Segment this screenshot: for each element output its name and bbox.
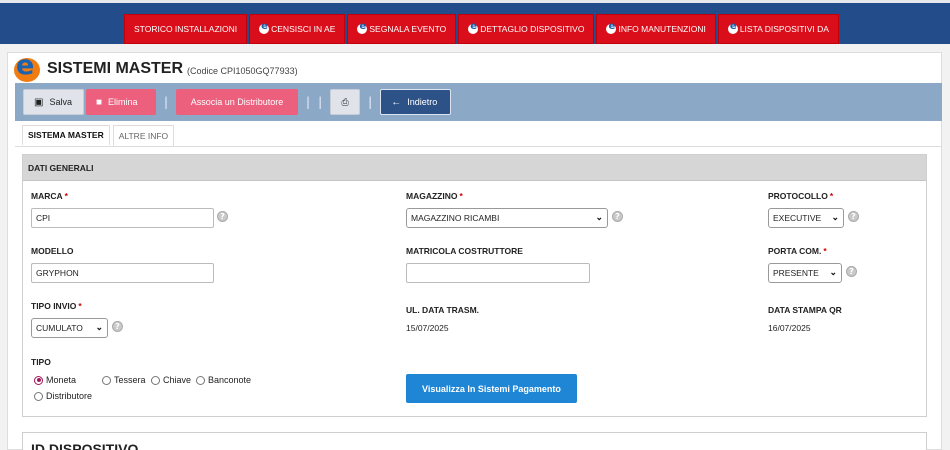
- page-header: e SISTEMI MASTER (Codice CPI1050GQ77933): [11, 50, 298, 82]
- agenzia-entrate-icon: [727, 21, 739, 35]
- panel-header: ID DISPOSITIVO: [31, 441, 139, 450]
- matricola-input[interactable]: [406, 263, 590, 283]
- panel-header: DATI GENERALI: [23, 155, 926, 181]
- floppy-disk-icon: ▣: [34, 96, 44, 108]
- scrollbar[interactable]: [942, 44, 950, 450]
- print-button[interactable]: ⎙: [330, 89, 361, 115]
- modello-input[interactable]: GRYPHON: [31, 263, 214, 283]
- magazzino-select[interactable]: MAGAZZINO RICAMBI ⌄: [406, 208, 608, 228]
- radio-dot: [151, 375, 160, 385]
- agenzia-entrate-icon: [606, 21, 617, 35]
- nav-censisci-in-ae[interactable]: CENSISCI IN AE: [249, 14, 346, 44]
- porta-com-select[interactable]: PRESENTE ⌄: [768, 263, 842, 283]
- ul-data-trasm-value: 15/07/2025: [406, 323, 449, 333]
- dati-generali-panel: DATI GENERALI MARCA * CPI ? MAGAZZINO * MA…: [22, 154, 927, 417]
- top-nav: STORICO INSTALLAZIONI CENSISCI IN AE SEG…: [124, 14, 839, 44]
- page-subtitle: (Codice CPI1050GQ77933): [187, 66, 298, 76]
- visualizza-sistemi-pagamento-button[interactable]: Visualizza In Sistemi Pagamento: [406, 374, 577, 403]
- help-icon[interactable]: ?: [217, 211, 228, 222]
- protocollo-select[interactable]: EXECUTIVE ⌄: [768, 208, 844, 228]
- protocollo-label: PROTOCOLLO *: [768, 191, 834, 201]
- toolbar-divider: |: [306, 95, 311, 109]
- nav-segnala-evento[interactable]: SEGNALA EVENTO: [347, 14, 457, 44]
- radio-dot: [34, 391, 43, 401]
- nav-label: SEGNALA EVENTO: [369, 24, 447, 34]
- save-button[interactable]: ▣ Salva: [23, 89, 84, 115]
- agenzia-entrate-icon: [357, 21, 368, 35]
- chevron-down-icon: ⌄: [829, 267, 837, 277]
- trash-icon: ■: [96, 96, 103, 108]
- tab-altre-info[interactable]: ALTRE INFO: [112, 125, 175, 146]
- nav-label: LISTA DISPOSITIVI DA: [739, 24, 829, 34]
- marca-label: MARCA *: [31, 191, 68, 201]
- chevron-down-icon: ⌄: [95, 322, 103, 332]
- tipo-label: TIPO: [31, 357, 51, 367]
- printer-icon: ⎙: [341, 96, 349, 107]
- nav-info-manutenzioni[interactable]: INFO MANUTENZIONI: [596, 14, 716, 44]
- tipo-invio-select[interactable]: CUMULATO ⌄: [31, 318, 108, 338]
- tab-divider: [15, 146, 942, 147]
- agenzia-entrate-icon: [468, 21, 479, 35]
- id-dispositivo-panel: ID DISPOSITIVO: [22, 432, 927, 450]
- magazzino-label: MAGAZZINO *: [406, 191, 463, 201]
- marca-input[interactable]: CPI: [31, 208, 214, 228]
- back-button[interactable]: ← Indietro: [380, 89, 452, 115]
- tab-sistema-master[interactable]: SISTEMA MASTER: [22, 125, 110, 146]
- chevron-down-icon: ⌄: [831, 212, 839, 222]
- toolbar-divider: |: [368, 95, 373, 109]
- data-stampa-qr-label: DATA STAMPA QR: [768, 305, 842, 315]
- tab-bar: SISTEMA MASTER ALTRE INFO: [22, 125, 175, 146]
- agenzia-entrate-logo-icon: e: [11, 50, 45, 82]
- delete-button[interactable]: ■ Elimina: [86, 89, 156, 115]
- nav-dettaglio-dispositivo[interactable]: DETTAGLIO DISPOSITIVO: [458, 14, 595, 44]
- arrow-left-icon: ←: [391, 96, 402, 108]
- toolbar-divider: |: [164, 95, 169, 109]
- radio-banconote[interactable]: Banconote: [196, 375, 251, 385]
- help-icon[interactable]: ?: [848, 211, 859, 222]
- radio-dot: [196, 375, 205, 385]
- nav-label: CENSISCI IN AE: [271, 24, 336, 34]
- radio-moneta[interactable]: Moneta: [34, 375, 76, 385]
- help-icon[interactable]: ?: [846, 266, 857, 277]
- agenzia-entrate-icon: [259, 21, 270, 35]
- radio-chiave[interactable]: Chiave: [151, 375, 191, 385]
- tipo-invio-label: TIPO INVIO *: [31, 301, 82, 311]
- toolbar-divider: |: [318, 95, 323, 109]
- associate-distributor-button[interactable]: Associa un Distributore: [176, 89, 299, 115]
- top-nav-bar: STORICO INSTALLAZIONI CENSISCI IN AE SEG…: [0, 0, 950, 44]
- ul-data-trasm-label: UL. DATA TRASM.: [406, 305, 480, 315]
- nav-lista-dispositivi[interactable]: LISTA DISPOSITIVI DA: [717, 14, 839, 44]
- radio-distributore[interactable]: Distributore: [34, 391, 92, 401]
- modello-label: MODELLO: [31, 246, 74, 256]
- radio-dot: [34, 375, 43, 385]
- help-icon[interactable]: ?: [112, 321, 123, 332]
- matricola-label: MATRICOLA COSTRUTTORE: [406, 246, 523, 256]
- porta-com-label: PORTA COM. *: [768, 246, 827, 256]
- nav-label: DETTAGLIO DISPOSITIVO: [480, 24, 585, 34]
- help-icon[interactable]: ?: [612, 211, 623, 222]
- page-title: SISTEMI MASTER: [47, 60, 184, 77]
- data-stampa-qr-value: 16/07/2025: [768, 323, 811, 333]
- action-toolbar: ▣ Salva ■ Elimina | Associa un Distributor…: [15, 83, 942, 121]
- nav-storico-installazioni[interactable]: STORICO INSTALLAZIONI: [124, 14, 248, 44]
- nav-label: INFO MANUTENZIONI: [618, 24, 706, 34]
- chevron-down-icon: ⌄: [595, 212, 603, 222]
- radio-tessera[interactable]: Tessera: [102, 375, 146, 385]
- nav-label: STORICO INSTALLAZIONI: [134, 24, 238, 34]
- radio-dot: [102, 375, 111, 385]
